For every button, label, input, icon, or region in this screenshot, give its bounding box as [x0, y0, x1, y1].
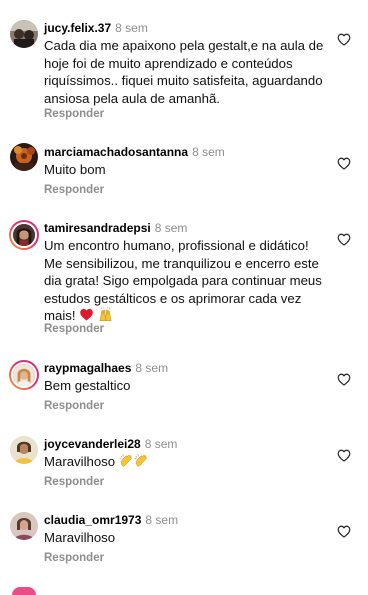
red-heart-icon: [79, 307, 94, 322]
username[interactable]: tamiresandradepsi: [44, 221, 151, 235]
username[interactable]: raypmagalhaes: [44, 361, 131, 375]
heart-outline-icon[interactable]: [337, 233, 351, 246]
timestamp: 8 sem: [192, 145, 225, 159]
avatar[interactable]: [10, 436, 38, 464]
heart-outline-icon[interactable]: [337, 525, 351, 538]
clapping-hands-icon: [134, 453, 149, 468]
timestamp: 8 sem: [154, 221, 188, 235]
reply-button[interactable]: Responder: [44, 322, 104, 336]
timestamp: 8 sem: [144, 437, 178, 451]
heart-outline-icon[interactable]: [337, 373, 351, 386]
avatar[interactable]: [10, 512, 38, 540]
heart-outline-icon[interactable]: [337, 157, 351, 170]
username[interactable]: jucy.felix.37: [44, 21, 111, 35]
heart-outline-icon[interactable]: [337, 33, 351, 46]
timestamp: 8 sem: [135, 361, 169, 375]
comment-meta: raypmagalhaes 8 sem: [44, 361, 168, 375]
username[interactable]: marciamachadosantanna: [44, 145, 188, 159]
reply-button[interactable]: Responder: [44, 551, 104, 565]
reply-button[interactable]: Responder: [44, 183, 104, 197]
heart-outline-icon[interactable]: [337, 449, 351, 462]
avatar[interactable]: [9, 360, 39, 390]
avatar[interactable]: [10, 20, 38, 48]
username[interactable]: joycevanderlei28: [44, 437, 141, 451]
comment-text: Muito bom: [44, 162, 106, 177]
reply-button[interactable]: Responder: [44, 107, 104, 121]
comment-text: Maravilhoso: [44, 453, 324, 471]
comment-meta: claudia_omr1973 8 sem: [44, 513, 178, 527]
comment-text-body: Maravilhoso: [44, 454, 116, 469]
comment-meta: jucy.felix.37 8 sem: [44, 21, 148, 35]
avatar[interactable]: [9, 220, 39, 250]
comment-meta: tamiresandradepsi 8 sem: [44, 221, 187, 235]
comment-text: Bem gestaltico: [44, 378, 131, 393]
timestamp: 8 sem: [115, 21, 148, 35]
timestamp: 8 sem: [145, 513, 179, 527]
comment-meta: joycevanderlei28 8 sem: [44, 437, 177, 451]
comment-meta: marciamachadosantanna 8 sem: [44, 145, 225, 159]
clapping-hands-icon: [119, 453, 134, 468]
reply-button[interactable]: Responder: [44, 475, 104, 489]
next-avatar-peek: [12, 587, 36, 595]
comment-text: Um encontro humano, profissional e didát…: [44, 237, 324, 325]
raising-hands-icon: [98, 307, 113, 322]
reply-button[interactable]: Responder: [44, 399, 104, 413]
comment-text: Maravilhoso: [44, 530, 116, 545]
avatar[interactable]: [10, 143, 38, 171]
comment-text: Cada dia me apaixono pela gestalt,e na a…: [44, 38, 324, 106]
username[interactable]: claudia_omr1973: [44, 513, 141, 527]
